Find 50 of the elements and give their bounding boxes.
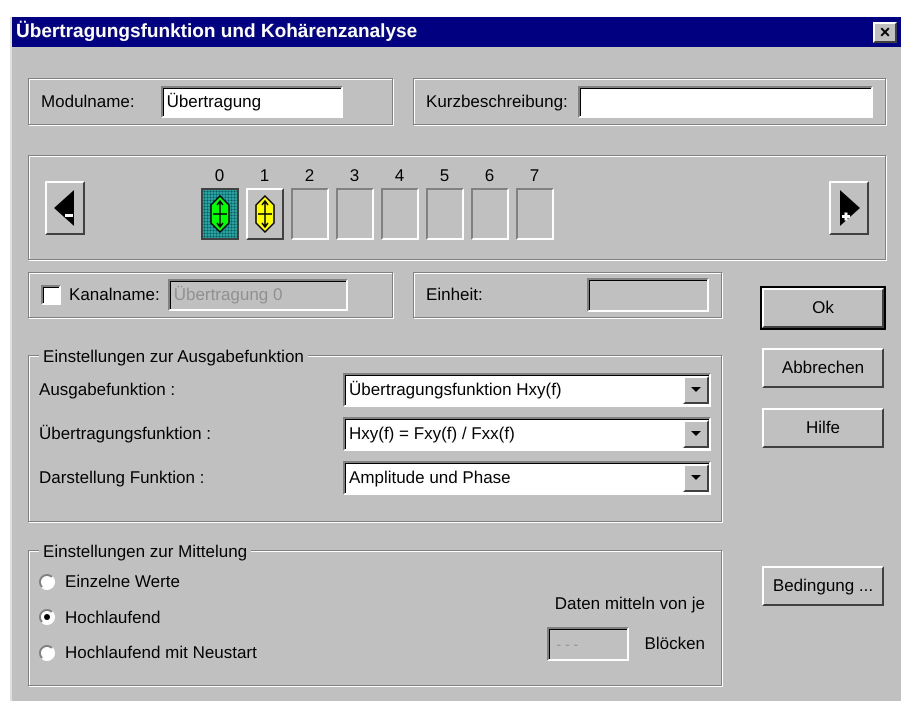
dropdown[interactable]: Hxy(f) = Fxy(f) / Fxx(f) (343, 417, 711, 451)
radio-button[interactable] (39, 644, 55, 661)
empty-channel-slot[interactable] (516, 188, 554, 240)
caret-icon (691, 387, 701, 393)
description-label: Kurzbeschreibung: (426, 90, 568, 113)
dropdown-arrow-button[interactable] (683, 376, 709, 404)
caret-icon (691, 431, 701, 437)
channel-number: 6 (484, 164, 494, 186)
dropdown-arrow-button[interactable] (683, 464, 709, 492)
module-name-field[interactable]: Übertragung (160, 86, 343, 118)
radio-button[interactable] (39, 609, 55, 626)
window-title: Übertragungsfunktion und Kohärenzanalyse (16, 20, 418, 44)
channel-name-label: Kanalname: (69, 284, 160, 306)
dialog-button[interactable]: Hilfe (762, 408, 884, 448)
radio-label: Hochlaufend mit Neustart (65, 642, 257, 664)
setting-label: Ausgabefunktion : (39, 379, 176, 402)
channel-number: 4 (394, 164, 404, 186)
setting-label: Übertragungsfunktion : (39, 423, 211, 446)
radio-label: Hochlaufend (65, 606, 160, 628)
channel-number: 1 (260, 164, 270, 186)
previous-button[interactable] (45, 180, 85, 234)
empty-channel-slot[interactable] (290, 188, 328, 240)
channel-slot[interactable] (200, 188, 238, 240)
radio-button[interactable] (39, 574, 55, 590)
blocks-unit-label: Blöcken (644, 632, 705, 655)
channel-number: 2 (304, 164, 314, 186)
dropdown[interactable]: Amplitude und Phase (343, 461, 711, 495)
module-name-label: Modulname: (41, 90, 135, 113)
channel-number: 7 (530, 164, 540, 186)
empty-channel-slot[interactable] (336, 188, 374, 240)
next-button[interactable] (829, 180, 869, 234)
caret-icon (691, 475, 701, 481)
dialog-button[interactable]: Ok (762, 288, 884, 328)
dialog-button[interactable]: Abbrechen (762, 348, 884, 388)
condition-button[interactable]: Bedingung ... (762, 566, 884, 606)
unit-label: Einheit: (426, 284, 483, 306)
channel-number: 5 (440, 164, 450, 186)
radio-label: Einzelne Werte (65, 571, 180, 593)
empty-channel-slot[interactable] (380, 188, 418, 240)
channel-number: 3 (350, 164, 360, 186)
dropdown-arrow-button[interactable] (683, 420, 709, 448)
blocks-label: Daten mitteln von je (554, 593, 705, 615)
empty-channel-slot[interactable] (470, 188, 508, 240)
empty-channel-slot[interactable] (426, 188, 464, 240)
dropdown[interactable]: Übertragungsfunktion Hxy(f) (343, 373, 711, 407)
channel-number: 0 (214, 164, 224, 186)
unit-field[interactable] (587, 278, 709, 312)
description-field[interactable] (578, 86, 873, 118)
setting-label: Darstellung Funktion : (39, 467, 204, 490)
close-button[interactable]: × (873, 22, 897, 42)
